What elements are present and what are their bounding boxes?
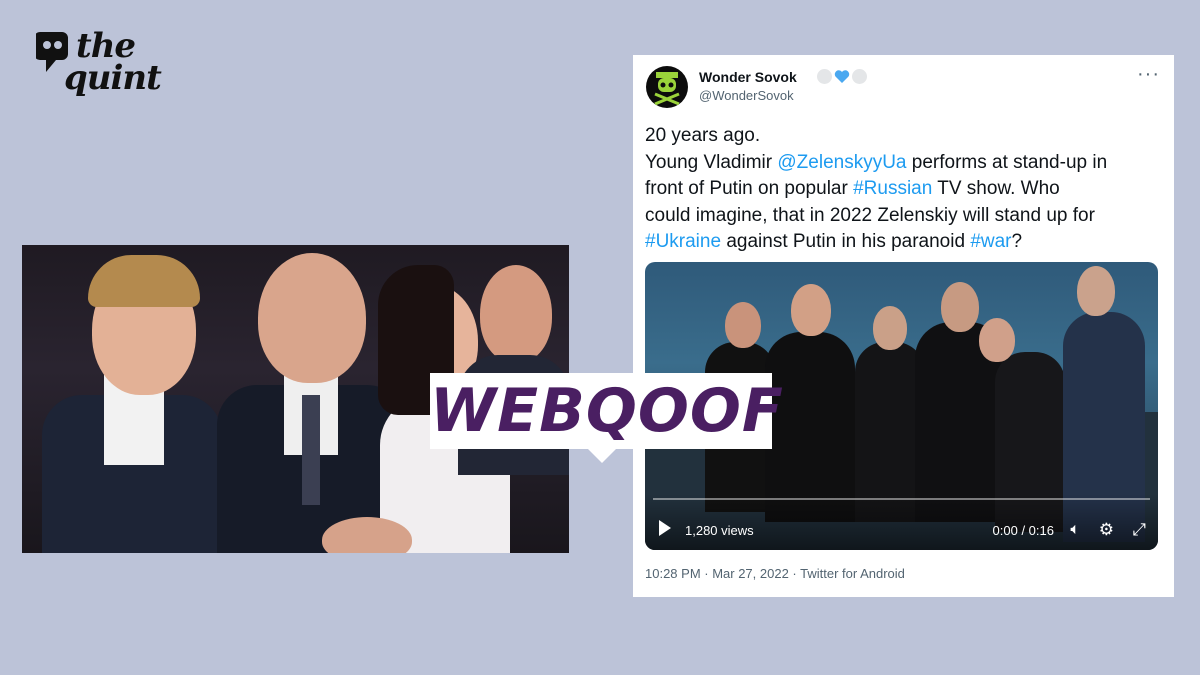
tweet-text: 20 years ago. Young Vladimir @ZelenskyyU… <box>645 123 1165 256</box>
circle-icon <box>817 69 832 84</box>
text-span: performs at stand-up in <box>906 151 1108 173</box>
video-progress-bar[interactable] <box>653 498 1150 500</box>
gear-icon[interactable]: ⚙︎ <box>1099 521 1114 538</box>
fullscreen-icon[interactable]: ⤢ <box>1132 521 1146 538</box>
tweet-line: 20 years ago. <box>645 125 761 146</box>
the-quint-logo: the quint <box>36 28 176 108</box>
tweet-line: #Ukraine against Putin in his paranoid #… <box>645 229 1165 256</box>
tweet-line: Young Vladimir @ZelenskyyUa performs at … <box>645 150 1165 177</box>
name-badges <box>817 69 867 84</box>
tweet-line: front of Putin on popular #Russian TV sh… <box>645 176 1165 203</box>
tweet-timestamp[interactable]: 10:28 PM · Mar 27, 2022 · Twitter for An… <box>645 566 905 581</box>
more-options-icon[interactable]: ··· <box>1137 63 1160 86</box>
volume-icon[interactable]: 🔈︎ <box>1070 522 1080 538</box>
text-span: front of Putin on popular <box>645 178 854 199</box>
play-icon[interactable] <box>659 520 671 536</box>
tweet-card[interactable]: Wonder Sovok @WonderSovok ··· 20 years a… <box>633 55 1174 597</box>
user-handle[interactable]: @WonderSovok <box>699 88 794 103</box>
webqoof-stamp: WEBQOOF <box>430 373 784 463</box>
video-controls <box>645 494 1158 550</box>
avatar[interactable] <box>646 66 688 108</box>
speech-tail <box>586 447 618 463</box>
hashtag-link[interactable]: #Russian <box>853 178 932 199</box>
logo-word-quint: quint <box>64 58 162 98</box>
text-span: Young Vladimir <box>645 151 778 173</box>
text-span: TV show. Who <box>932 178 1060 199</box>
view-count: 1,280 views <box>685 523 754 538</box>
tweet-line: could imagine, that in 2022 Zelenskiy wi… <box>645 204 1095 226</box>
skull-icon <box>654 72 680 106</box>
text-span: ? <box>1011 231 1023 252</box>
circle-icon <box>852 69 867 84</box>
video-time: 0:00 / 0:16 <box>992 523 1054 538</box>
webqoof-label: WEBQOOF <box>430 376 784 446</box>
heart-icon <box>834 69 850 84</box>
hashtag-link[interactable]: #Ukraine <box>645 231 721 252</box>
display-name[interactable]: Wonder Sovok <box>699 69 797 85</box>
hashtag-link[interactable]: #war <box>970 231 1011 252</box>
text-span: against Putin in his paranoid <box>721 231 971 252</box>
mention-link[interactable]: @ZelenskyyUa <box>777 152 906 173</box>
